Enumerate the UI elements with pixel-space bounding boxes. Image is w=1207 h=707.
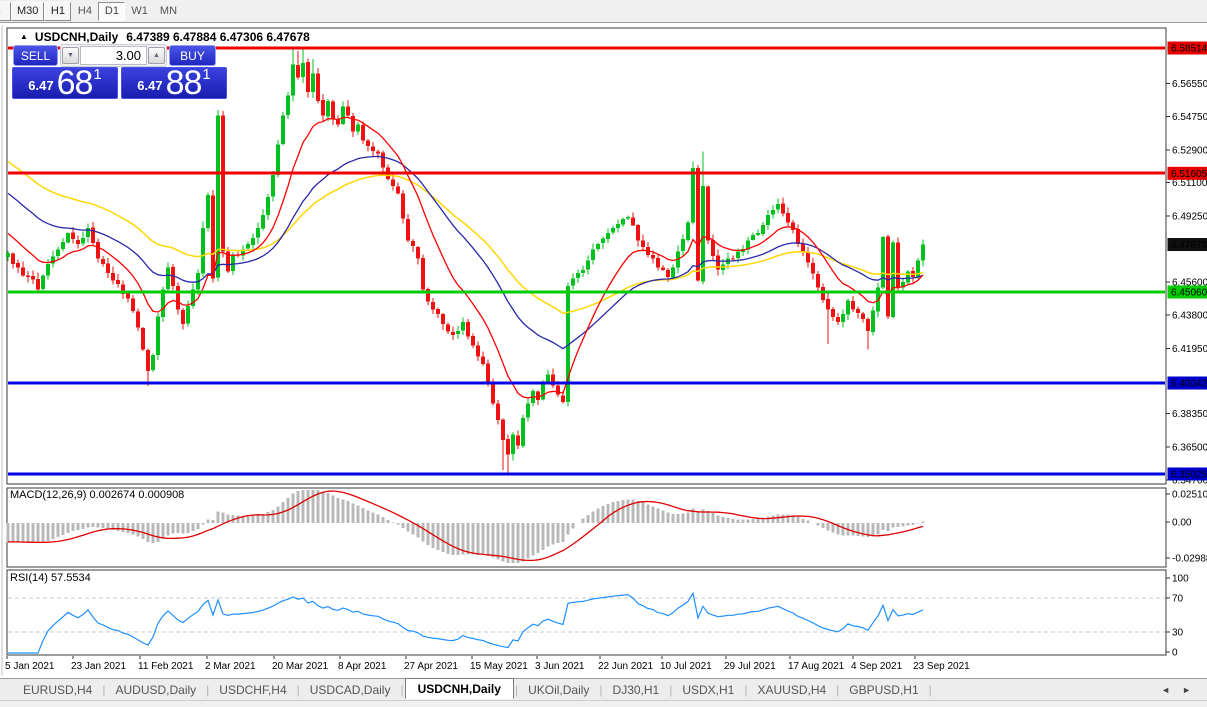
chart-tab-ukoil-daily[interactable]: UKOil,Daily [519,681,598,699]
date-label: 15 May 2021 [470,661,528,672]
date-label: 4 Sep 2021 [851,661,903,672]
price-badge-label: 6.51605 [1171,169,1207,180]
macd-indicator-label: MACD(12,26,9) 0.002674 0.000908 [10,489,184,501]
date-label: 27 Apr 2021 [404,661,458,672]
chart-tab-usdx-h1[interactable]: USDX,H1 [673,681,743,699]
price-badge-label: 6.35025 [1171,469,1207,480]
scroll-right-icon[interactable]: ► [1182,685,1191,695]
date-label: 11 Feb 2021 [138,661,194,672]
symbol-period-label: USDCNH,Daily [35,30,118,44]
timeframe-button-w1[interactable]: W1 [125,2,154,21]
buy-price-pips: 88 [166,70,202,97]
macd-signal-line [8,491,923,560]
date-label: 5 Jan 2021 [5,661,55,672]
date-label: 22 Jun 2021 [598,661,653,672]
sell-price-point: 1 [93,66,101,83]
indicator-axis-label: 0.00 [1172,518,1192,529]
price-axis-tick-label: 6.52900 [1172,145,1207,156]
indicator-axis-label: -0.02988 [1172,554,1207,565]
volume-increase-button[interactable]: ▲ [148,47,165,64]
rsi-name: RSI(14) [10,572,48,584]
price-axis-tick-label: 6.38350 [1172,409,1207,420]
timeframe-button-m30[interactable]: M30 [11,2,44,21]
chart-tab-bar: EURUSD,H4|AUDUSD,Daily|USDCHF,H4|USDCAD,… [0,678,1207,700]
timeframe-button-h1[interactable]: H1 [44,2,71,21]
price-axis-tick-label: 6.56550 [1172,79,1207,90]
moving-average-line [8,156,923,348]
sell-button[interactable]: SELL [13,45,58,66]
chart-tabs: EURUSD,H4|AUDUSD,Daily|USDCHF,H4|USDCAD,… [14,680,933,699]
moving-average-line [8,117,923,398]
timeframe-button-d1[interactable]: D1 [98,2,125,21]
macd-values: 0.002674 0.000908 [89,489,184,501]
rsi-value: 57.5534 [51,572,91,584]
indicator-axis-label: 100 [1172,574,1189,585]
tab-separator: | [928,683,933,697]
price-badge-label: 6.47678 [1171,240,1207,251]
sell-price-pips: 68 [57,70,93,97]
date-label: 17 Aug 2021 [788,661,845,672]
price-badge-label: 6.40042 [1171,379,1207,390]
date-label: 29 Jul 2021 [724,661,776,672]
chart-tab-dj30-h1[interactable]: DJ30,H1 [604,681,669,699]
collapse-panel-icon[interactable]: ▲ [20,32,28,41]
timeframe-button-mn[interactable]: MN [154,2,183,21]
date-label: 10 Jul 2021 [660,661,712,672]
buy-price-prefix: 6.47 [137,78,162,93]
price-axis-tick-label: 6.36500 [1172,443,1207,454]
indicator-axis-label: 0.025108 [1172,490,1207,501]
price-axis-tick-label: 6.41950 [1172,344,1207,355]
chart-tab-gbpusd-h1[interactable]: GBPUSD,H1 [840,681,927,699]
chevron-down-icon: ▼ [67,52,74,59]
price-axis-tick-label: 6.43800 [1172,310,1207,321]
tab-scroll-arrows: ◄ ► [1161,685,1191,695]
timeframe-button-h4[interactable]: H4 [71,2,98,21]
date-label: 3 Jun 2021 [535,661,585,672]
chart-tab-usdcad-daily[interactable]: USDCAD,Daily [301,681,400,699]
volume-input[interactable]: 3.00 [80,46,147,65]
indicator-axis-label: 0 [1172,648,1178,659]
date-label: 23 Sep 2021 [913,661,970,672]
buy-price-point: 1 [202,66,210,83]
macd-name: MACD(12,26,9) [10,489,86,501]
chevron-up-icon: ▲ [153,52,160,59]
indicator-axis-label: 30 [1172,628,1184,639]
chart-tab-audusd-daily[interactable]: AUDUSD,Daily [106,681,205,699]
date-label: 8 Apr 2021 [338,661,387,672]
chart-tab-usdchf-h4[interactable]: USDCHF,H4 [210,681,295,699]
date-label: 20 Mar 2021 [272,661,329,672]
price-chart[interactable]: 6.565506.547506.529006.511006.492506.456… [0,0,1207,707]
chart-tab-xauusd-h4[interactable]: XAUUSD,H4 [748,681,835,699]
buy-button[interactable]: BUY [169,45,216,66]
chart-title: ▲ USDCNH,Daily 6.47389 6.47884 6.47306 6.4… [20,30,310,44]
one-click-trading-panel: SELL ▼ 3.00 ▲ BUY 6.47681 6.47881 [12,44,227,99]
timeframe-button-5[interactable]: 5 [0,2,11,21]
price-badge-label: 6.45060 [1171,288,1207,299]
volume-decrease-button[interactable]: ▼ [62,47,79,64]
ohlc-values: 6.47389 6.47884 6.47306 6.47678 [126,30,310,44]
chart-tab-usdcnh-daily[interactable]: USDCNH,Daily [405,678,514,699]
chart-pane[interactable] [7,570,1166,655]
indicator-axis-label: 70 [1172,594,1184,605]
sell-price-display[interactable]: 6.47 681 [12,67,118,99]
rsi-indicator-label: RSI(14) 57.5534 [10,572,91,584]
date-label: 23 Jan 2021 [71,661,126,672]
price-badge-label: 6.58514 [1171,44,1207,55]
rsi-line [8,593,923,653]
chart-tab-eurusd-h4[interactable]: EURUSD,H4 [14,681,101,699]
price-axis-tick-label: 6.54750 [1172,112,1207,123]
scroll-left-icon[interactable]: ◄ [1161,685,1170,695]
price-axis-tick-label: 6.49250 [1172,212,1207,223]
buy-price-display[interactable]: 6.47 881 [121,67,227,99]
timeframe-toolbar: 5M30H1H4D1W1MN [0,0,1207,23]
date-label: 2 Mar 2021 [205,661,256,672]
sell-price-prefix: 6.47 [28,78,53,93]
status-strip [0,700,1207,707]
